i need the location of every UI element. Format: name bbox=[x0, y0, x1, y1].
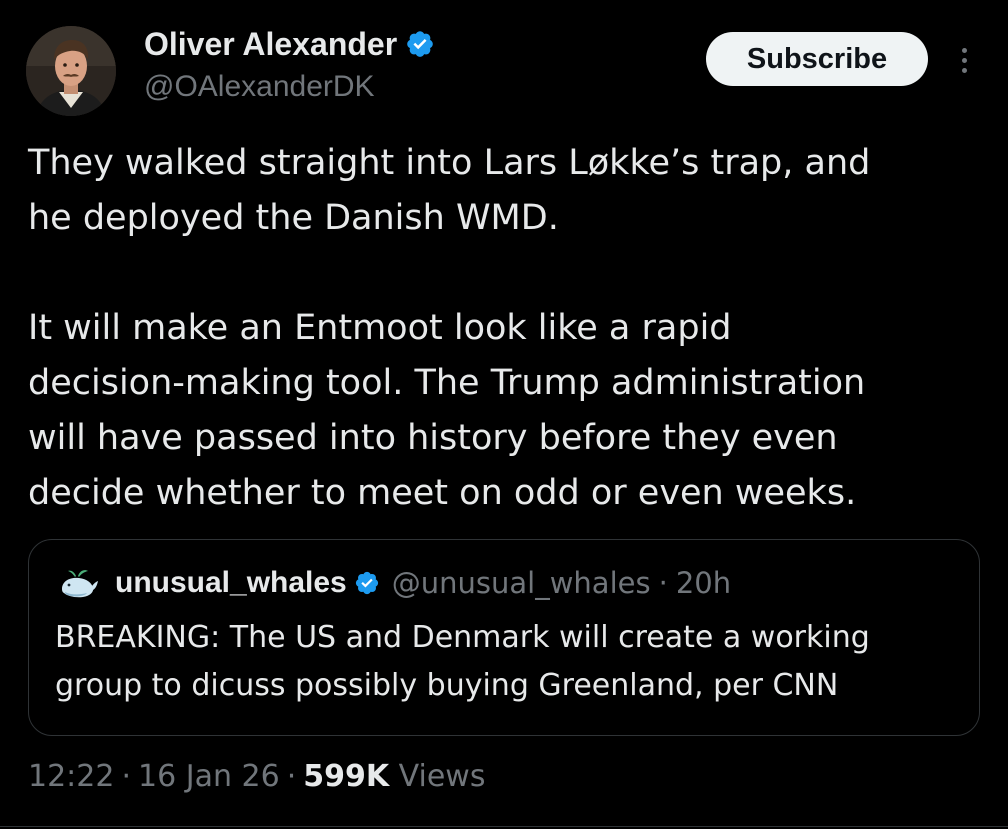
profile-photo bbox=[26, 26, 116, 116]
quoted-tweet-text: BREAKING: The US and Denmark will create… bbox=[55, 620, 870, 703]
author-name[interactable]: Oliver Alexander bbox=[144, 22, 397, 66]
quoted-tweet-header: unusual_whales @unusual_whales · 20h bbox=[57, 562, 731, 604]
tweet-time[interactable]: 12:22 bbox=[28, 759, 114, 794]
more-dot bbox=[961, 57, 967, 63]
quoted-author-name[interactable]: unusual_whales bbox=[115, 566, 347, 600]
subscribe-button[interactable]: Subscribe bbox=[706, 32, 928, 86]
quoted-tweet-time[interactable]: 20h bbox=[676, 566, 731, 600]
tweet-text: They walked straight into Lars Løkke’s t… bbox=[28, 136, 988, 521]
quoted-author-handle[interactable]: @unusual_whales bbox=[392, 566, 651, 600]
divider bbox=[0, 826, 1008, 827]
author-handle[interactable]: @OAlexanderDK bbox=[144, 66, 375, 108]
tweet-date[interactable]: 16 Jan 26 bbox=[138, 759, 280, 794]
tweet-paragraph: It will make an Entmoot look like a rapi… bbox=[28, 308, 866, 513]
whale-icon[interactable] bbox=[57, 562, 99, 604]
author-avatar[interactable] bbox=[26, 26, 116, 116]
views-count[interactable]: 599K bbox=[303, 759, 389, 794]
tweet-meta: 12:22 · 16 Jan 26 · 599K Views bbox=[28, 752, 485, 802]
verified-badge-icon bbox=[407, 31, 433, 57]
author-name-row[interactable]: Oliver Alexander bbox=[144, 22, 435, 66]
separator-dot: · bbox=[121, 759, 132, 794]
separator-dot: · bbox=[658, 566, 668, 600]
more-dot bbox=[961, 47, 967, 53]
views-label: Views bbox=[398, 759, 486, 794]
more-vertical-icon[interactable] bbox=[952, 40, 976, 80]
more-dot bbox=[961, 67, 967, 73]
tweet-paragraph: They walked straight into Lars Løkke’s t… bbox=[28, 143, 871, 238]
verified-badge-icon bbox=[355, 571, 378, 595]
quoted-tweet[interactable]: unusual_whales @unusual_whales · 20h BRE… bbox=[28, 539, 980, 736]
separator-dot: · bbox=[286, 759, 297, 794]
